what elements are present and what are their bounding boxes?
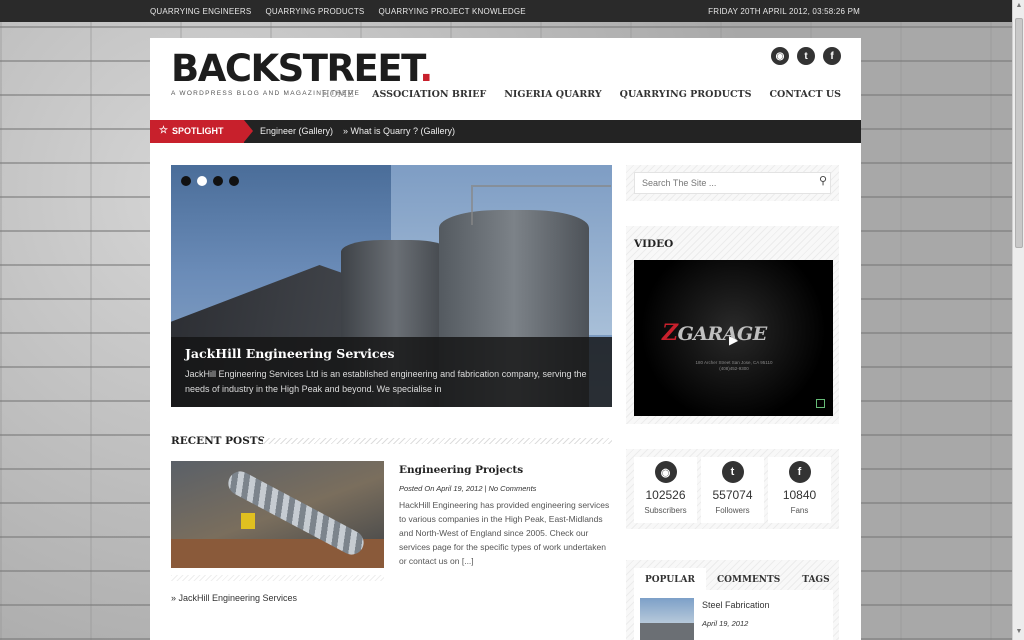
search-widget: Search The Site ... ⚲ — [626, 165, 839, 201]
post-excerpt: HackHill Engineering has provided engine… — [399, 500, 610, 566]
heading-stripe — [263, 438, 612, 444]
video-player[interactable]: ZGARAGE ▶ 180 Archer Street San Jose, CA… — [634, 260, 833, 416]
video-widget: VIDEO ZGARAGE ▶ 180 Archer Street San Jo… — [626, 226, 839, 424]
twitter-icon: t — [721, 461, 744, 483]
video-address: 180 Archer Street San Jose, CA 95110 (40… — [695, 360, 773, 371]
scrollbar-thumb[interactable] — [1015, 18, 1023, 248]
spotlight-label: ☆ SPOTLIGHT — [150, 120, 253, 143]
stat-followers[interactable]: t 557074 Followers — [701, 457, 764, 523]
social-stats-widget: ◉ 102526 Subscribers t 557074 Followers … — [626, 449, 839, 529]
stat-subscribers[interactable]: ◉ 102526 Subscribers — [634, 457, 697, 523]
post-title[interactable]: Engineering Projects — [399, 464, 523, 476]
spotlight-item-engineer[interactable]: Engineer (Gallery) — [260, 126, 333, 136]
scroll-up-icon[interactable]: ▲ — [1015, 2, 1023, 12]
popular-item-date: April 19, 2012 — [702, 619, 749, 628]
post-meta-separator: | — [484, 484, 487, 493]
recent-post-link[interactable]: » JackHill Engineering Services — [171, 593, 297, 603]
slider-dots — [181, 176, 239, 186]
nav-nigeria-quarry[interactable]: NIGERIA QUARRY — [504, 89, 601, 100]
page-container: BACKSTREET. A WORDPRESS BLOG AND MAGAZIN… — [150, 38, 861, 640]
spotlight-bar: ☆ SPOTLIGHT Engineer (Gallery) » What is… — [150, 120, 861, 143]
tab-popular[interactable]: POPULAR — [634, 568, 707, 592]
stat-value: 557074 — [712, 488, 753, 502]
popular-item-title[interactable]: Steel Fabrication — [702, 600, 770, 610]
scroll-down-icon[interactable]: ▼ — [1015, 628, 1023, 638]
spotlight-items: Engineer (Gallery) » What is Quarry ? (G… — [260, 126, 455, 136]
top-link-quarrying-project-knowledge[interactable]: QUARRYING PROJECT KNOWLEDGE — [378, 7, 525, 16]
nav-contact-us[interactable]: CONTACT US — [769, 89, 841, 100]
slide-title[interactable]: JackHill Engineering Services — [185, 346, 598, 361]
nav-home[interactable]: HOME — [321, 89, 354, 100]
video-heading: VIDEO — [634, 238, 674, 250]
popular-list: Steel Fabrication April 19, 2012 — [634, 590, 833, 640]
star-icon: ☆ — [159, 125, 168, 136]
top-link-quarrying-engineers[interactable]: QUARRYING ENGINEERS — [150, 7, 251, 16]
logo-text: BACKSTREET — [171, 47, 421, 90]
rss-icon[interactable]: ◉ — [771, 47, 789, 65]
top-bar: QUARRYING ENGINEERS QUARRYING PRODUCTS Q… — [0, 0, 1012, 22]
slider-dot[interactable] — [213, 176, 223, 186]
search-input[interactable]: Search The Site ... — [634, 172, 831, 194]
stat-label: Followers — [715, 506, 750, 515]
fullscreen-icon[interactable] — [816, 399, 825, 408]
play-icon[interactable]: ▶ — [729, 333, 738, 347]
datetime: FRIDAY 20TH APRIL 2012, 03:58:26 PM — [708, 7, 860, 16]
post-meta: Posted On April 19, 2012 | No Comments — [399, 484, 536, 493]
recent-posts-heading-text: RECENT POSTS — [171, 435, 266, 447]
slider-dot-active[interactable] — [197, 176, 207, 186]
popular-item-thumbnail[interactable] — [640, 598, 694, 640]
page-scrollbar[interactable]: ▲ ▼ — [1012, 0, 1024, 640]
spotlight-item-quarry[interactable]: » What is Quarry ? (Gallery) — [343, 126, 455, 136]
tab-tags[interactable]: TAGS — [791, 568, 840, 592]
twitter-icon[interactable]: t — [797, 47, 815, 65]
video-brand: ZGARAGE — [662, 320, 767, 346]
nav-quarrying-products[interactable]: QUARRYING PRODUCTS — [620, 89, 752, 100]
facebook-icon: f — [788, 461, 811, 483]
post-date: Posted On April 19, 2012 — [399, 484, 483, 493]
tabs-widget: POPULAR COMMENTS TAGS Steel Fabrication … — [626, 560, 839, 640]
slider-dot[interactable] — [181, 176, 191, 186]
post-comments-link[interactable]: No Comments — [488, 484, 536, 493]
tab-comments[interactable]: COMMENTS — [706, 568, 791, 592]
video-brand-name: GARAGE — [677, 323, 768, 345]
search-icon[interactable]: ⚲ — [819, 174, 827, 187]
slider-dot[interactable] — [229, 176, 239, 186]
logo-dot: . — [419, 47, 433, 90]
slide-caption: JackHill Engineering Services JackHill E… — [171, 337, 612, 407]
main-nav: HOME ASSOCIATION BRIEF NIGERIA QUARRY QU… — [321, 89, 841, 100]
recent-posts-heading: RECENT POSTS — [171, 435, 612, 447]
rss-icon: ◉ — [654, 461, 677, 483]
nav-association-brief[interactable]: ASSOCIATION BRIEF — [372, 89, 486, 100]
widget-tabs: POPULAR COMMENTS TAGS — [634, 568, 841, 592]
stat-label: Fans — [790, 506, 809, 515]
post-thumb-bucket — [241, 513, 255, 529]
post-thumbnail[interactable] — [171, 461, 384, 568]
top-links: QUARRYING ENGINEERS QUARRYING PRODUCTS Q… — [150, 7, 526, 16]
top-link-quarrying-products[interactable]: QUARRYING PRODUCTS — [265, 7, 364, 16]
spotlight-label-text: SPOTLIGHT — [172, 126, 224, 136]
stat-fans[interactable]: f 10840 Fans — [768, 457, 831, 523]
social-links: ◉ t f — [771, 47, 841, 65]
slide-text: JackHill Engineering Services Ltd is an … — [185, 369, 587, 394]
facebook-icon[interactable]: f — [823, 47, 841, 65]
stat-value: 102526 — [645, 488, 686, 502]
video-brand-z: Z — [662, 320, 678, 346]
stat-label: Subscribers — [644, 506, 687, 515]
featured-slider[interactable]: JackHill Engineering Services JackHill E… — [171, 165, 612, 407]
stat-value: 10840 — [782, 488, 817, 502]
post-divider — [171, 575, 384, 581]
slide-frame — [471, 185, 611, 225]
